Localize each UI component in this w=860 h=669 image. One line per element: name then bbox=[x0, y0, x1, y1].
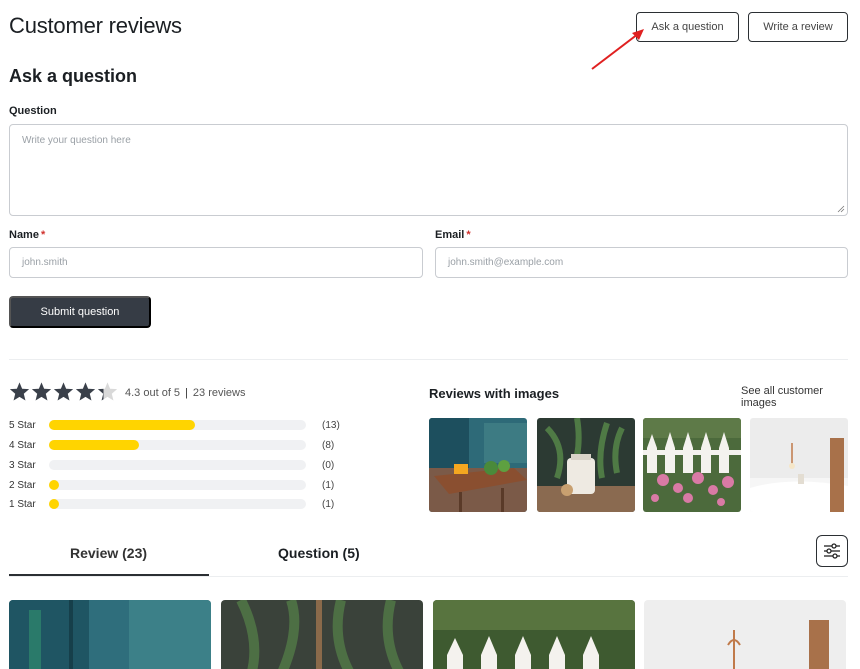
tabs-divider bbox=[9, 576, 848, 577]
rating-bar-count: (13) bbox=[322, 419, 340, 431]
email-field[interactable]: john.smith@example.com bbox=[435, 247, 848, 278]
rating-bar-track bbox=[49, 440, 306, 450]
rating-bar-count: (0) bbox=[322, 459, 335, 471]
rating-bar-label: 5 Star bbox=[9, 419, 36, 431]
question-label: Question bbox=[9, 105, 57, 117]
rating-bar-track bbox=[49, 480, 306, 490]
rating-bar-fill bbox=[49, 499, 60, 509]
rating-bar-track bbox=[49, 499, 306, 509]
rating-stars bbox=[9, 381, 118, 402]
tab-reviews[interactable]: Review (23) bbox=[70, 545, 147, 561]
star-full-icon bbox=[31, 382, 52, 401]
review-card-image[interactable] bbox=[644, 600, 846, 669]
star-full-icon bbox=[53, 382, 74, 401]
star-partial-icon bbox=[97, 382, 118, 401]
rating-value: 4.3 out of 5 bbox=[125, 387, 181, 399]
rating-bar-track bbox=[49, 420, 306, 430]
submit-question-button[interactable]: Submit question bbox=[9, 296, 151, 328]
rating-bar-label: 1 Star bbox=[9, 498, 36, 510]
rating-bar-count: (8) bbox=[322, 439, 335, 451]
resize-grip-icon[interactable] bbox=[837, 205, 845, 213]
rating-bar-label: 2 Star bbox=[9, 479, 36, 491]
rating-bar-label: 4 Star bbox=[9, 439, 36, 451]
rating-bar-fill bbox=[49, 440, 139, 450]
write-review-button[interactable]: Write a review bbox=[748, 12, 848, 42]
section-divider bbox=[9, 359, 848, 360]
required-mark: * bbox=[466, 229, 471, 241]
review-image-thumbnail[interactable] bbox=[537, 418, 635, 512]
rating-bar-fill bbox=[49, 420, 196, 430]
rating-bar-label: 3 Star bbox=[9, 459, 36, 471]
reviews-with-images-title: Reviews with images bbox=[429, 386, 560, 401]
rating-bar-row[interactable]: 1 Star (1) bbox=[9, 497, 349, 511]
annotation-arrow-icon bbox=[591, 29, 644, 70]
review-card-image[interactable] bbox=[433, 600, 635, 669]
rating-bar-row[interactable]: 2 Star (1) bbox=[9, 478, 349, 492]
rating-summary-text: 4.3 out of 5 | 23 reviews bbox=[125, 387, 245, 399]
rating-bar-count: (1) bbox=[322, 479, 335, 491]
star-full-icon bbox=[9, 382, 30, 401]
required-mark: * bbox=[40, 229, 46, 241]
rating-bar-row[interactable]: 5 Star (13) bbox=[9, 418, 349, 432]
rating-bar-track bbox=[49, 460, 306, 470]
review-image-thumbnail[interactable] bbox=[429, 418, 527, 512]
rating-bar-row[interactable]: 3 Star (0) bbox=[9, 458, 349, 472]
page-title: Customer reviews bbox=[9, 13, 182, 38]
review-image-thumbnail[interactable] bbox=[750, 418, 848, 512]
name-field[interactable]: john.smith bbox=[9, 247, 423, 278]
see-all-images-link[interactable]: See all customer images bbox=[741, 385, 860, 409]
review-count: 23 reviews bbox=[192, 387, 246, 399]
tab-questions[interactable]: Question (5) bbox=[278, 545, 360, 561]
ask-question-button[interactable]: Ask a question bbox=[636, 12, 739, 42]
name-label: Name * bbox=[9, 229, 46, 241]
review-card-image[interactable] bbox=[9, 600, 211, 669]
ask-question-title: Ask a question bbox=[9, 66, 138, 86]
rating-separator: | bbox=[185, 387, 188, 399]
review-card-image[interactable] bbox=[221, 600, 423, 669]
star-full-icon bbox=[75, 382, 96, 401]
email-placeholder: john.smith@example.com bbox=[448, 257, 564, 268]
filter-button[interactable] bbox=[816, 535, 848, 567]
email-label: Email * bbox=[435, 229, 471, 241]
sliders-icon bbox=[824, 543, 840, 559]
rating-bar-count: (1) bbox=[322, 498, 335, 510]
question-placeholder: Write your question here bbox=[22, 135, 131, 146]
name-placeholder: john.smith bbox=[22, 257, 68, 268]
rating-bar-fill bbox=[49, 480, 60, 490]
rating-bar-row[interactable]: 4 Star (8) bbox=[9, 438, 349, 452]
review-image-thumbnail[interactable] bbox=[643, 418, 741, 512]
question-textarea[interactable]: Write your question here bbox=[9, 124, 848, 216]
